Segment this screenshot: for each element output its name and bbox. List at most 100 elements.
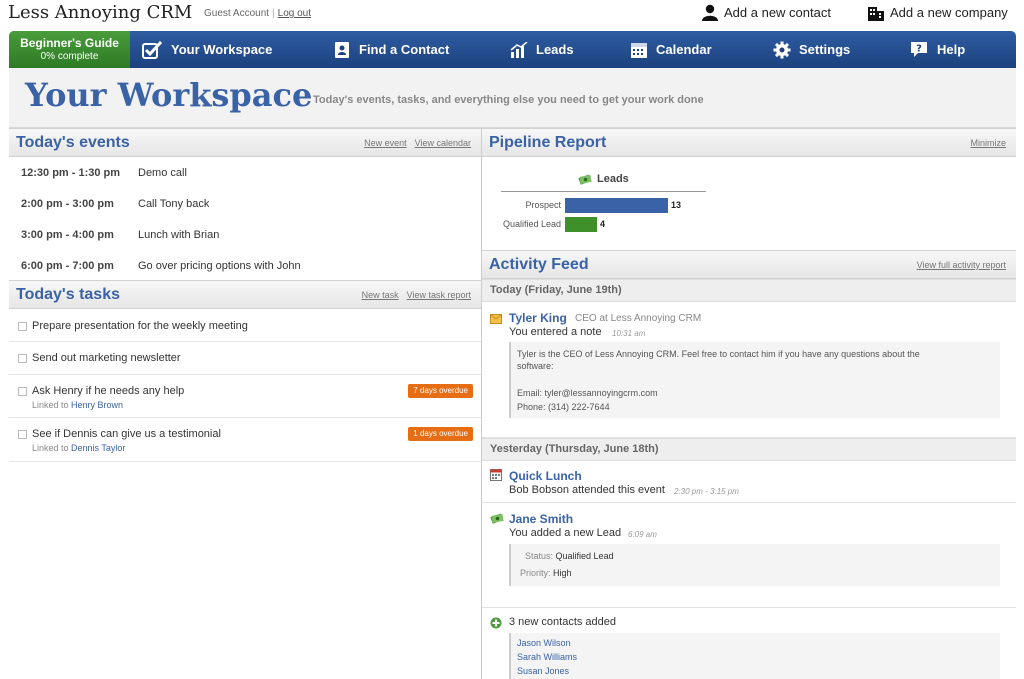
guest-account-area: Guest Account | Log out bbox=[204, 8, 311, 19]
logout-link[interactable]: Log out bbox=[278, 8, 311, 19]
pipeline-bar-label: Qualified Lead bbox=[502, 219, 561, 229]
checkmark-icon bbox=[142, 40, 163, 59]
lead-priority-row: Priority: High bbox=[520, 568, 572, 578]
event-item[interactable]: 12:30 pm - 1:30 pm Demo call bbox=[21, 167, 187, 179]
lead-priority-label: Priority: bbox=[520, 568, 551, 578]
event-desc: Lunch with Brian bbox=[138, 229, 220, 241]
guest-account-label: Guest Account bbox=[204, 8, 270, 19]
day-label: Yesterday (Thursday, June 18th) bbox=[490, 443, 659, 455]
pipeline-bar-value: 13 bbox=[671, 200, 682, 210]
tasks-panel-header: Today's tasks New task View task report bbox=[9, 280, 481, 309]
new-contacts-list: Jason Wilson Sarah Williams Susan Jones bbox=[509, 633, 1000, 679]
new-contact-link[interactable]: Sarah Williams bbox=[517, 652, 577, 662]
view-calendar-link[interactable]: View calendar bbox=[415, 138, 471, 148]
note-email: Email: tyler@lessannoyingcrm.com bbox=[517, 388, 658, 398]
pipeline-panel-header: Pipeline Report Minimize bbox=[482, 128, 1016, 157]
add-contact-label: Add a new contact bbox=[724, 5, 831, 20]
task-checkbox[interactable] bbox=[18, 322, 27, 331]
task-checkbox[interactable] bbox=[18, 387, 27, 396]
pipeline-bar[interactable] bbox=[565, 217, 597, 232]
svg-text:?: ? bbox=[916, 43, 922, 54]
task-linked-contact: Linked to Dennis Taylor bbox=[32, 443, 125, 453]
pipeline-bar[interactable] bbox=[565, 198, 668, 213]
new-contact-link[interactable]: Jason Wilson bbox=[517, 638, 571, 648]
view-activity-report-link[interactable]: View full activity report bbox=[917, 260, 1006, 270]
feed-contact-role: CEO at Less Annoying CRM bbox=[575, 313, 702, 324]
lead-status-row: Status: Qualified Lead bbox=[525, 551, 614, 561]
feed-event-name[interactable]: Quick Lunch bbox=[509, 469, 582, 483]
linked-contact-link[interactable]: Dennis Taylor bbox=[71, 443, 125, 453]
tab-leads-label: Leads bbox=[536, 42, 574, 57]
task-row: Prepare presentation for the weekly meet… bbox=[9, 310, 481, 342]
linked-contact-link[interactable]: Henry Brown bbox=[71, 400, 123, 410]
feed-item-new-contacts: 3 new contacts added Jason Wilson Sarah … bbox=[482, 608, 1016, 679]
new-event-link[interactable]: New event bbox=[364, 138, 407, 148]
feed-timestamp: 6:09 am bbox=[628, 530, 657, 539]
event-item[interactable]: 2:00 pm - 3:00 pm Call Tony back bbox=[21, 198, 209, 210]
left-column: Today's events New event View calendar 1… bbox=[9, 128, 482, 679]
minimize-link[interactable]: Minimize bbox=[970, 138, 1006, 148]
task-text: See if Dennis can give us a testimonial bbox=[32, 428, 221, 440]
tab-leads[interactable]: Leads bbox=[510, 31, 574, 68]
add-company-button[interactable]: Add a new company bbox=[867, 4, 1008, 21]
guide-title: Beginner's Guide bbox=[20, 36, 119, 50]
day-header-today: Today (Friday, June 19th) bbox=[482, 279, 1016, 302]
linked-to-label: Linked to bbox=[32, 443, 69, 453]
new-task-link[interactable]: New task bbox=[362, 290, 399, 300]
lead-status-value: Qualified Lead bbox=[555, 551, 614, 561]
tab-calendar-label: Calendar bbox=[656, 42, 712, 57]
pipeline-bar-value: 4 bbox=[600, 219, 606, 229]
events-panel-header: Today's events New event View calendar bbox=[9, 128, 481, 157]
tab-your-workspace-label: Your Workspace bbox=[171, 42, 273, 57]
pipeline-divider bbox=[501, 191, 706, 192]
task-checkbox[interactable] bbox=[18, 354, 27, 363]
calendar-icon bbox=[631, 42, 647, 58]
task-linked-contact: Linked to Henry Brown bbox=[32, 400, 123, 410]
plus-circle-icon bbox=[490, 617, 502, 629]
right-column: Pipeline Report Minimize Leads Prospect 1… bbox=[482, 128, 1016, 679]
separator: | bbox=[272, 8, 275, 19]
tab-calendar[interactable]: Calendar bbox=[630, 31, 712, 68]
help-bubble-icon: ? bbox=[911, 41, 927, 57]
view-task-report-link[interactable]: View task report bbox=[407, 290, 471, 300]
tab-your-workspace[interactable]: Your Workspace bbox=[142, 31, 272, 68]
calendar-icon bbox=[490, 469, 502, 481]
day-label: Today (Friday, June 19th) bbox=[490, 284, 622, 296]
add-company-label: Add a new company bbox=[890, 5, 1008, 20]
feed-action: Bob Bobson attended this event bbox=[509, 484, 665, 496]
chart-icon bbox=[510, 41, 528, 58]
feed-action: You added a new Lead bbox=[509, 527, 622, 539]
beginners-guide-button[interactable]: Beginner's Guide 0% complete bbox=[9, 31, 130, 68]
event-time: 12:30 pm - 1:30 pm bbox=[21, 167, 121, 179]
overdue-badge: 1 days overdue bbox=[408, 427, 473, 441]
gear-icon bbox=[773, 41, 791, 58]
brand-logo[interactable]: Less Annoying CRM bbox=[8, 2, 192, 23]
tab-help-label: Help bbox=[937, 42, 966, 57]
tasks-title: Today's tasks bbox=[16, 286, 120, 303]
task-checkbox[interactable] bbox=[18, 430, 27, 439]
feed-contact-name[interactable]: Tyler King bbox=[509, 311, 567, 325]
feed-contact-name[interactable]: Jane Smith bbox=[509, 512, 573, 526]
feed-timestamp: 2:30 pm - 3:15 pm bbox=[674, 487, 739, 496]
new-contact-link[interactable]: Susan Jones bbox=[517, 666, 569, 676]
lead-priority-value: High bbox=[553, 568, 572, 578]
add-contact-button[interactable]: Add a new contact bbox=[701, 4, 831, 21]
page-title: Your Workspace bbox=[25, 76, 313, 114]
day-header-yesterday: Yesterday (Thursday, June 18th) bbox=[482, 438, 1016, 461]
tab-help[interactable]: ? Help bbox=[909, 31, 965, 68]
tab-find-contact[interactable]: Find a Contact bbox=[333, 31, 449, 68]
event-item[interactable]: 3:00 pm - 4:00 pm Lunch with Brian bbox=[21, 229, 219, 241]
lead-details: Status: Qualified Lead Priority: High bbox=[509, 544, 1000, 586]
feed-item-lead: Jane Smith You added a new Lead 6:09 am … bbox=[482, 503, 1016, 608]
activity-feed-header: Activity Feed View full activity report bbox=[482, 250, 1016, 279]
overdue-badge: 7 days overdue bbox=[408, 384, 473, 398]
event-desc: Call Tony back bbox=[138, 198, 210, 210]
event-desc: Go over pricing options with John bbox=[138, 260, 301, 272]
event-item[interactable]: 6:00 pm - 7:00 pm Go over pricing options… bbox=[21, 260, 301, 272]
note-body-line: software: bbox=[517, 361, 554, 371]
tab-settings[interactable]: Settings bbox=[773, 31, 850, 68]
note-icon bbox=[490, 314, 502, 324]
linked-to-label: Linked to bbox=[32, 400, 69, 410]
feed-action: You entered a note bbox=[509, 326, 602, 338]
tab-find-contact-label: Find a Contact bbox=[359, 42, 450, 57]
